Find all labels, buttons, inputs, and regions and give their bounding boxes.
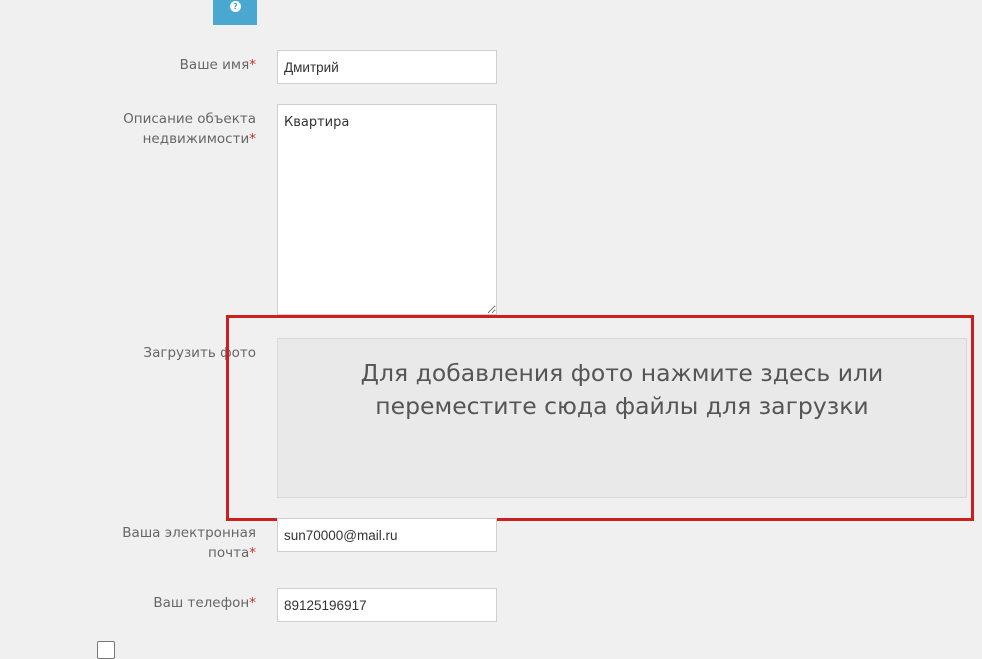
photo-dropzone[interactable]: Для добавления фото нажмите здесь или пе… [277,338,967,498]
help-icon: ? [230,1,241,12]
required-mark: * [249,545,256,561]
required-mark: * [249,131,256,147]
description-label: Описание объекта недвижимости* [106,109,256,149]
phone-field[interactable] [277,588,497,622]
email-label-line2: почта* [106,543,256,563]
required-mark: * [249,595,256,611]
description-label-line1: Описание объекта [123,111,256,127]
email-label-line1: Ваша электронная [122,525,256,541]
required-mark: * [249,57,256,73]
name-field[interactable] [277,50,497,84]
phone-label-text: Ваш телефон [153,595,250,611]
phone-label: Ваш телефон* [106,593,256,613]
email-label-line2-text: почта [208,545,250,561]
email-label: Ваша электронная почта* [106,523,256,563]
email-field[interactable] [277,518,497,552]
consent-checkbox[interactable] [97,641,115,659]
description-label-line2: недвижимости* [106,129,256,149]
name-label-text: Ваше имя [179,57,250,73]
help-button[interactable]: ? [213,0,257,25]
description-textarea[interactable]: Квартира [277,104,497,315]
dropzone-text: Для добавления фото нажмите здесь или пе… [360,359,884,420]
name-label: Ваше имя* [106,55,256,75]
photo-label: Загрузить фото [143,345,256,361]
description-label-line2-text: недвижимости [142,131,250,147]
